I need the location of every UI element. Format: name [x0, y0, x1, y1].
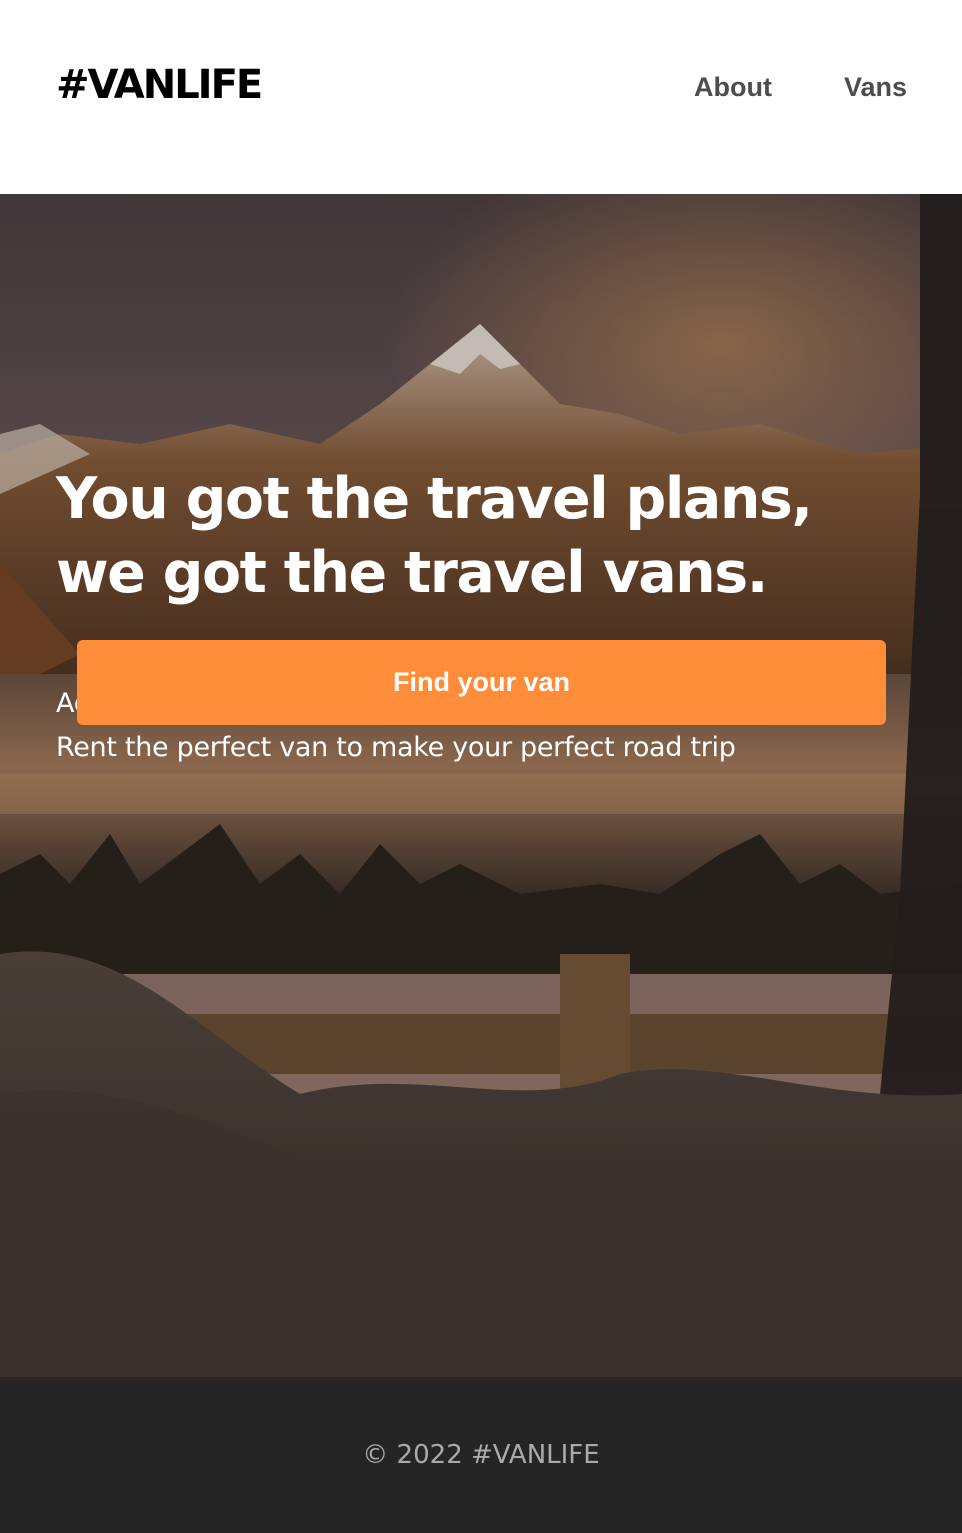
nav-link-vans[interactable]: Vans: [844, 72, 907, 103]
site-footer: © 2022 #VANLIFE: [0, 1377, 962, 1533]
site-header: #VANLIFE About Vans: [0, 0, 962, 194]
nav-link-about[interactable]: About: [694, 72, 772, 103]
hero-background-image: [0, 194, 962, 1377]
footer-copyright: © 2022 #VANLIFE: [362, 1440, 600, 1470]
hero-section: You got the travel plans, we got the tra…: [0, 194, 962, 1377]
find-your-van-button[interactable]: Find your van: [77, 640, 886, 725]
site-logo[interactable]: #VANLIFE: [56, 62, 263, 108]
main-nav: About Vans: [694, 72, 907, 103]
hero-title: You got the travel plans, we got the tra…: [56, 466, 813, 606]
